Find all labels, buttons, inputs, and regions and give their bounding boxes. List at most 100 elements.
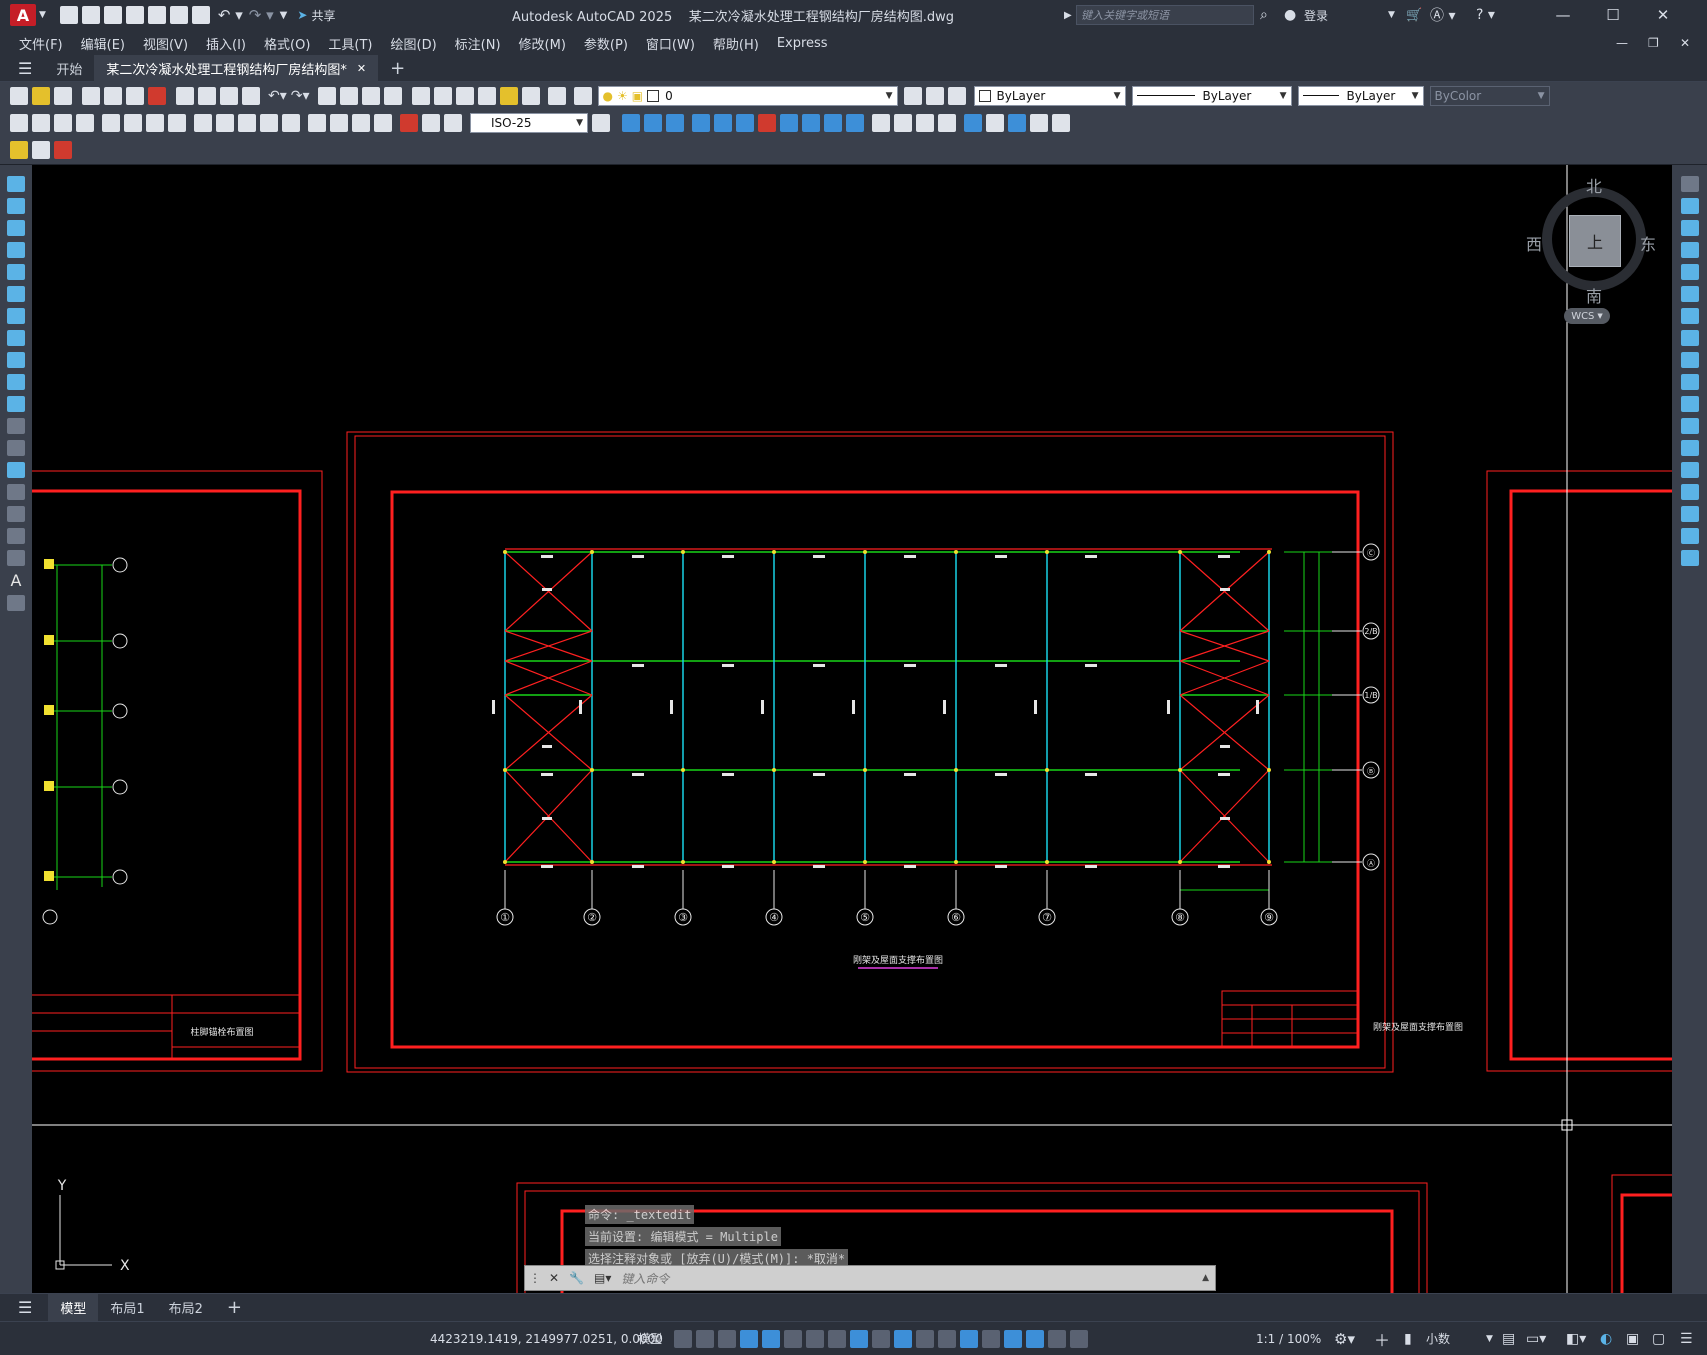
drawing-svg[interactable]: 柱脚锚栓布置图 ① ② ③ ④ ⑤ ⑥ ⑦ ⑧ ⑨ Ⓒ 2/B 1/B Ⓑ Ⓐ … [32,165,1672,1293]
dropdown-caret-icon[interactable]: ▼ [39,10,46,20]
tool-palettes-icon[interactable] [455,86,474,105]
save-as-icon[interactable] [125,6,144,24]
dropdown-caret-icon[interactable]: ▼ [1388,10,1395,20]
array-icon[interactable] [1680,264,1699,280]
mirror-icon[interactable] [714,113,732,132]
block-editor-icon[interactable] [10,141,28,159]
linear-dim-icon[interactable] [10,113,28,132]
extend-icon[interactable] [846,113,864,132]
open-web-icon[interactable] [147,6,166,24]
layer-previous-icon[interactable] [925,86,944,105]
polyline-icon[interactable] [7,220,25,236]
arc-icon[interactable] [7,286,25,302]
break-icon[interactable] [964,113,982,132]
new-file-icon[interactable] [59,6,78,24]
stretch-icon[interactable] [666,113,684,132]
viewcube-face[interactable]: 上 [1569,215,1621,267]
diameter-dim-icon[interactable] [146,113,164,132]
selection-filter-icon[interactable] [982,1329,1000,1348]
menu-edit[interactable]: 编辑(E) [81,34,125,53]
ortho-mode-icon[interactable] [762,1329,780,1348]
user-icon[interactable]: ● [1284,7,1296,23]
mirror-icon[interactable] [1680,220,1699,236]
pan-icon[interactable] [317,86,336,105]
properties-icon[interactable] [411,86,430,105]
layer-dropdown[interactable]: ● ☀ ▣ 0 ▼ [597,85,898,106]
dim-style-manager-icon[interactable] [592,113,610,132]
help-icon[interactable] [547,86,566,105]
rectangle-icon[interactable] [7,264,25,280]
tab-layout2[interactable]: 布局2 [157,1294,215,1321]
annotation-visibility-icon[interactable] [1026,1329,1044,1348]
mtext-icon[interactable]: A [11,571,22,590]
menu-help[interactable]: 帮助(H) [713,34,759,53]
break-at-point-icon[interactable] [1680,418,1699,434]
save-web-icon[interactable] [169,6,188,24]
lock-ui-icon[interactable]: ▭▾ [1526,1331,1546,1347]
quick-properties-icon[interactable]: ▤ [1502,1331,1515,1347]
infer-constraints-icon[interactable] [718,1329,736,1348]
lock-icon[interactable]: ▣ [632,89,643,103]
units-icon[interactable]: ▮ [1404,1331,1412,1347]
object-snap-icon[interactable] [850,1329,868,1348]
tab-document[interactable]: 某二次冷凝水处理工程钢结构厂房结构图* ✕ [94,55,379,82]
doc-minimize-button[interactable]: — [1616,36,1628,50]
zoom-realtime-icon[interactable] [339,86,358,105]
search-input[interactable]: 键入关键字或短语 [1076,5,1254,25]
copy-object-icon[interactable] [644,113,662,132]
lightbulb-icon[interactable]: ● [603,89,613,103]
redo-icon[interactable]: ↷ ▾ [249,6,274,24]
region-icon[interactable] [7,528,25,544]
cut-icon[interactable] [176,86,194,105]
object-snap-tracking-icon[interactable] [828,1329,846,1348]
viewcube-north[interactable]: 北 [1586,173,1602,197]
new-tab-button[interactable]: + [378,54,417,83]
tab-start[interactable]: 开始 [44,55,94,82]
menu-draw[interactable]: 绘图(D) [391,34,437,53]
trim-icon[interactable] [1680,374,1699,390]
model-space-canvas[interactable]: 柱脚锚栓布置图 ① ② ③ ④ ⑤ ⑥ ⑦ ⑧ ⑨ Ⓒ 2/B 1/B Ⓑ Ⓐ … [32,165,1672,1293]
align-icon[interactable] [1008,113,1026,132]
revision-cloud-icon[interactable] [7,330,25,346]
ellipse-icon[interactable] [7,374,25,390]
dim-text-edit-icon[interactable] [422,113,440,132]
login-label[interactable]: 登录 [1304,7,1328,24]
tolerance-icon[interactable] [308,113,326,132]
hatch-icon[interactable] [7,484,25,500]
publish-icon[interactable] [126,86,144,105]
chevron-right-icon[interactable]: ▶ [1064,10,1072,21]
spline-icon[interactable] [7,352,25,368]
linetype-dropdown[interactable]: ByLayer ▼ [1131,85,1292,106]
help-icon[interactable]: ? ▾ [1476,7,1495,23]
close-button[interactable]: ✕ [1640,6,1686,24]
jogged-linear-icon[interactable] [374,113,392,132]
save-icon[interactable] [54,86,72,105]
lengthen-icon[interactable] [986,113,1004,132]
trim-icon[interactable] [824,113,842,132]
doc-close-button[interactable]: ✕ [1680,36,1690,50]
hamburger-menu-icon[interactable]: ☰ [18,1298,32,1317]
auto-scale-icon[interactable] [1048,1329,1066,1348]
erase-icon[interactable] [1680,176,1699,192]
fillet-icon[interactable] [872,113,890,132]
menu-dimension[interactable]: 标注(N) [455,34,501,53]
explode-icon[interactable] [1680,550,1699,566]
hamburger-menu-icon[interactable]: ☰ [18,59,32,78]
color-dropdown[interactable]: ByLayer ▼ [973,85,1126,106]
erase-icon[interactable] [758,113,776,132]
design-center-icon[interactable] [433,86,452,105]
ellipse-arc-icon[interactable] [7,396,25,412]
copy-icon[interactable] [198,86,216,105]
annotation-scale-value[interactable]: 1:1 / 100% [1256,1332,1321,1346]
zoom-previous-icon[interactable] [383,86,402,105]
coordinates-readout[interactable]: 4423219.1419, 2149977.0251, 0.0000 [430,1332,663,1346]
units-value[interactable]: 小数 [1426,1330,1450,1347]
3d-osnap-icon[interactable] [938,1329,956,1348]
open-file-icon[interactable] [81,6,100,24]
lineweight-icon[interactable] [872,1329,890,1348]
arc-length-icon[interactable] [54,113,72,132]
radius-dim-icon[interactable] [102,113,120,132]
paste-icon[interactable] [220,86,238,105]
annotation-scale-icon[interactable] [1070,1329,1088,1348]
autocad-logo[interactable]: A [10,4,36,26]
